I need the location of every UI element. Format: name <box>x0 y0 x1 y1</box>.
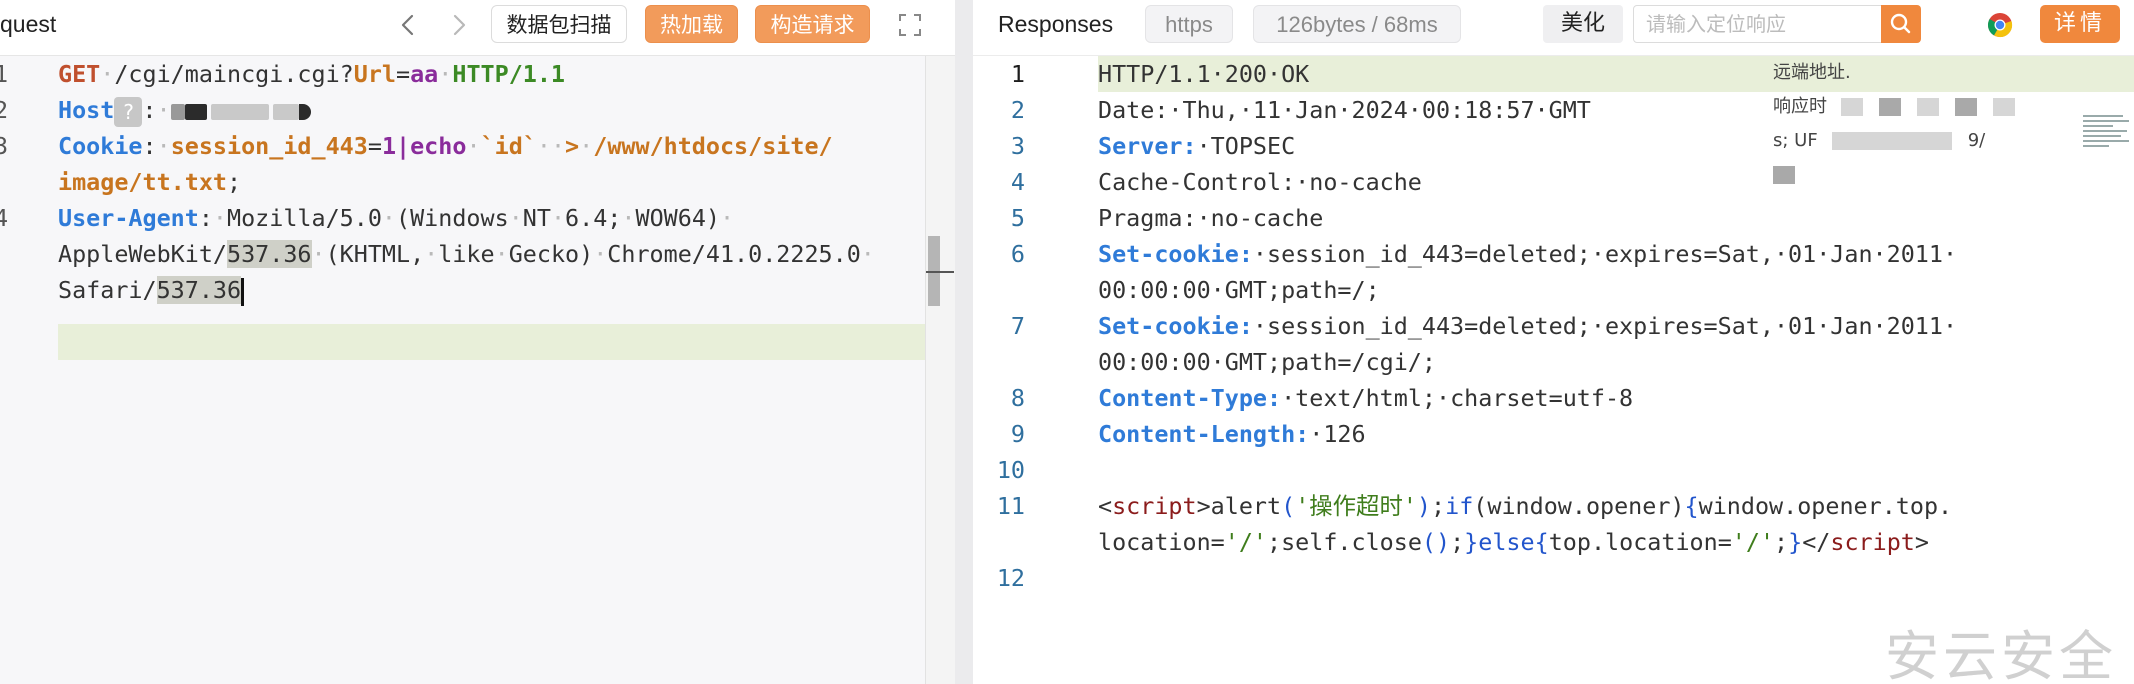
search-icon <box>1890 13 1911 34</box>
line-number: 3 <box>0 132 9 160</box>
minimap[interactable] <box>2083 112 2131 172</box>
line-number: 11 <box>996 492 1025 520</box>
remote-address-label: 远端地址. <box>1773 62 1851 83</box>
hot-reload-button[interactable]: 热加载 <box>645 5 738 43</box>
request-header: quest 数据包扫描 热加载 构造请求 <box>0 0 955 56</box>
host-header-line: Host?:· <box>58 92 311 128</box>
request-panel: quest 数据包扫描 热加载 构造请求 1 2 3 4 GET·/cgi/ma… <box>0 0 955 684</box>
line-number: 5 <box>1010 204 1025 232</box>
url-label: s; UF <box>1773 130 1818 151</box>
response-time-label: 响应时 <box>1773 96 1827 117</box>
help-badge-icon: ? <box>114 96 143 127</box>
line-number: 9 <box>1010 420 1025 448</box>
request-line: GET·/cgi/maincgi.cgi?Url=aa·HTTP/1.1 <box>58 60 566 88</box>
fullscreen-icon[interactable] <box>896 11 924 39</box>
cookie-header-line: Cookie:·session_id_443=1|echo·`id`··>·/w… <box>58 132 833 160</box>
details-button[interactable]: 详情 <box>2040 5 2120 43</box>
line-number: 2 <box>0 96 9 124</box>
set-cookie-line-wrap: 00:00:00·GMT;path=/cgi/; <box>1098 348 1436 376</box>
body-script-line: <script>alert('操作超时');if(window.opener){… <box>1098 492 1953 520</box>
url-tail: 9/ <box>1967 130 1986 151</box>
line-number: 7 <box>1010 312 1025 340</box>
forward-arrow-icon[interactable] <box>445 12 471 38</box>
cookie-header-line-wrap: image/tt.txt; <box>58 168 242 196</box>
response-size-time-badge: 126bytes / 68ms <box>1253 5 1461 43</box>
locate-response-input[interactable] <box>1633 5 1883 43</box>
line-number: 6 <box>1010 240 1025 268</box>
panel-divider[interactable] <box>955 0 973 684</box>
text-cursor <box>241 277 245 306</box>
line-number: 8 <box>1010 384 1025 412</box>
watermark-text: 安云安全 <box>1885 625 2117 684</box>
request-title: quest <box>0 11 57 37</box>
server-header-line: Server:·TOPSEC <box>1098 132 1296 160</box>
protocol-badge: https <box>1145 5 1233 43</box>
line-number: 4 <box>1010 168 1025 196</box>
scroll-position-marker <box>926 271 954 273</box>
back-arrow-icon[interactable] <box>396 12 422 38</box>
cache-control-header-line: Cache-Control:·no-cache <box>1098 168 1422 196</box>
packet-scan-button[interactable]: 数据包扫描 <box>491 5 627 43</box>
pragma-header-line: Pragma:·no-cache <box>1098 204 1324 232</box>
date-header-line: Date:·Thu,·11·Jan·2024·00:18:57·GMT <box>1098 96 1591 124</box>
request-editor[interactable]: 1 2 3 4 GET·/cgi/maincgi.cgi?Url=aa·HTTP… <box>0 56 928 684</box>
search-button[interactable] <box>1881 5 1921 43</box>
current-line-highlight <box>58 324 928 360</box>
beautify-button[interactable]: 美化 <box>1543 5 1623 43</box>
chrome-browser-icon[interactable] <box>1987 12 2013 38</box>
line-number: 4 <box>0 204 9 232</box>
set-cookie-header-line: Set-cookie:·session_id_443=deleted;·expi… <box>1098 312 1958 340</box>
set-cookie-header-line: Set-cookie:·session_id_443=deleted;·expi… <box>1098 240 1958 268</box>
request-scrollbar[interactable] <box>925 56 955 684</box>
response-title: Responses <box>998 11 1114 37</box>
user-agent-line-wrap: AppleWebKit/537.36·(KHTML,·like·Gecko)·C… <box>58 240 875 268</box>
build-request-button[interactable]: 构造请求 <box>755 5 870 43</box>
line-number: 2 <box>1010 96 1025 124</box>
body-script-line-wrap: location='/';self.close();}else{top.loca… <box>1098 528 1929 556</box>
response-panel: Responses https 126bytes / 68ms 美化 详情 1 … <box>973 0 2134 684</box>
remote-info-tooltip: 远端地址. 响应时 s; UF 9/ <box>1773 56 2059 186</box>
response-header: Responses https 126bytes / 68ms 美化 详情 <box>973 0 2134 56</box>
user-agent-header-line: User-Agent:·Mozilla/5.0·(Windows·NT·6.4;… <box>58 204 735 232</box>
status-line: HTTP/1.1·200·OK <box>1098 60 1310 88</box>
line-number: 3 <box>1010 132 1025 160</box>
line-number: 1 <box>1010 60 1025 88</box>
line-number: 12 <box>996 564 1025 592</box>
content-length-header-line: Content-Length:·126 <box>1098 420 1366 448</box>
set-cookie-line-wrap: 00:00:00·GMT;path=/; <box>1098 276 1380 304</box>
line-number: 1 <box>0 60 9 88</box>
user-agent-line-wrap: Safari/537.36 <box>58 272 245 308</box>
line-number: 10 <box>996 456 1025 484</box>
content-type-header-line: Content-Type:·text/html;·charset=utf-8 <box>1098 384 1634 412</box>
